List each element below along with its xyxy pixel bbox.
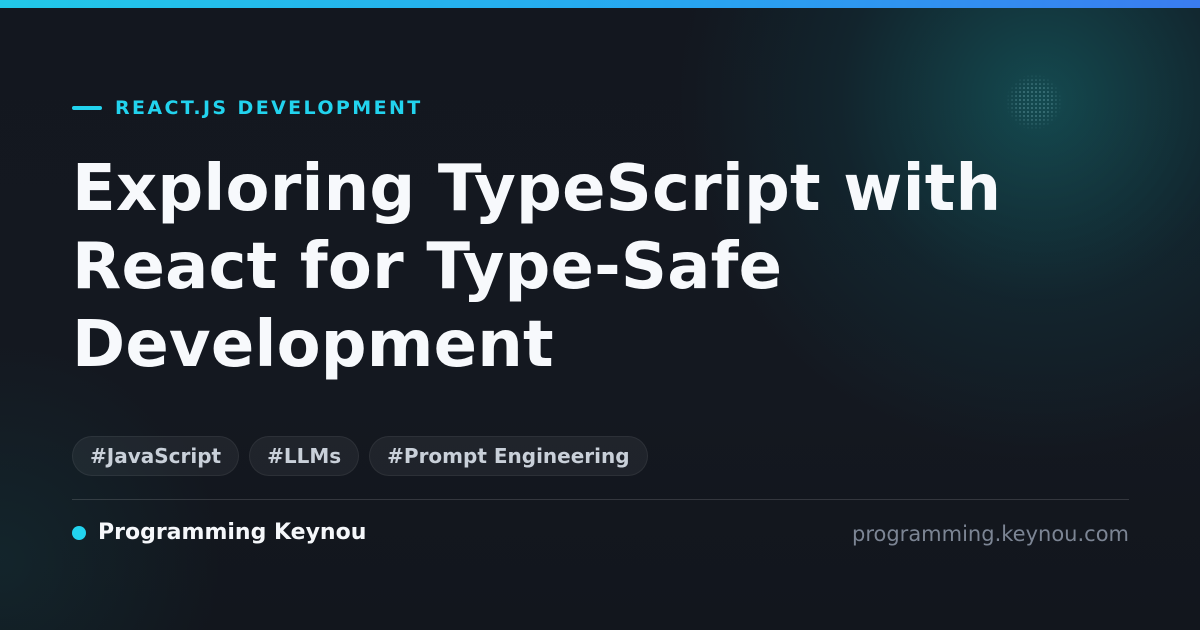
category-label: REACT.JS DEVELOPMENT	[115, 97, 423, 119]
brand-name: Programming Keynou	[98, 520, 367, 545]
brand-dot-icon	[72, 526, 86, 540]
tag-list: #JavaScript #LLMs #Prompt Engineering	[72, 436, 648, 476]
tag-llms: #LLMs	[249, 436, 360, 476]
site-url: programming.keynou.com	[852, 522, 1129, 546]
dot-pattern-decoration	[1006, 74, 1062, 130]
tag-javascript: #JavaScript	[72, 436, 240, 476]
accent-dash-icon	[72, 106, 102, 110]
brand: Programming Keynou	[72, 518, 366, 548]
category-label-group: REACT.JS DEVELOPMENT	[72, 96, 423, 120]
footer-divider	[72, 499, 1129, 500]
article-title: Exploring TypeScript with React for Type…	[72, 152, 1002, 382]
top-accent-bar	[0, 0, 1200, 8]
tag-prompt-engineering: #Prompt Engineering	[369, 436, 648, 476]
